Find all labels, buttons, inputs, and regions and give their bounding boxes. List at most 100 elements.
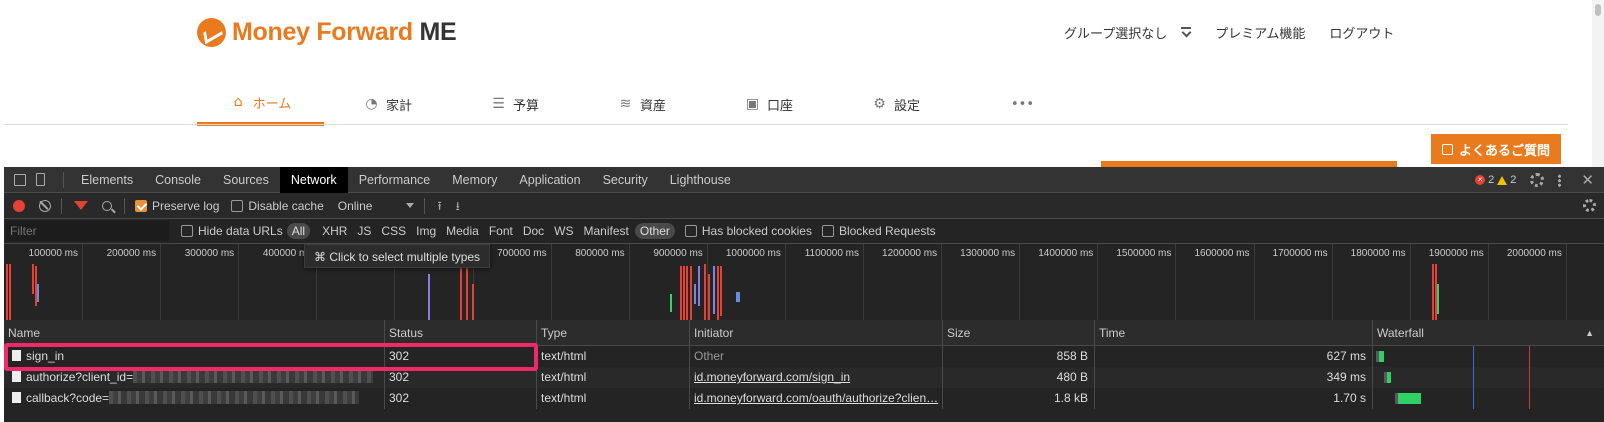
error-icon: × (1475, 175, 1486, 185)
nav-item-label: 口座 (766, 98, 793, 114)
export-har-icon[interactable]: ⭳ (456, 200, 460, 212)
filter-input[interactable] (6, 221, 169, 241)
devtools-tabbar: Elements Console Sources Network Perform… (4, 166, 1604, 193)
cell-initiator-link[interactable]: id.moneyforward.com/sign_in (689, 367, 942, 388)
has-blocked-cookies-checkbox[interactable]: Has blocked cookies (684, 224, 812, 238)
column-header-status[interactable]: Status (384, 320, 536, 345)
nav-item-assets[interactable]: ≋ 資産 (578, 82, 705, 126)
tab-console[interactable]: Console (144, 167, 212, 193)
issue-counter[interactable]: × 2 2 (1475, 174, 1516, 186)
chevron-down-icon[interactable] (1181, 26, 1192, 35)
clear-button[interactable] (39, 199, 51, 212)
nav-item-label: 予算 (512, 98, 539, 114)
faq-button[interactable]: よくあるご質問 (1431, 134, 1561, 164)
redacted-text (133, 370, 374, 383)
filter-icon[interactable] (74, 201, 88, 210)
timeline-request-mark (704, 264, 706, 322)
type-filter-img[interactable]: Img (412, 224, 440, 238)
tab-lighthouse[interactable]: Lighthouse (659, 167, 742, 193)
type-filter-ws[interactable]: WS (550, 224, 577, 238)
account-icon: ▣ (745, 95, 760, 112)
cell-name: sign_in (4, 346, 384, 367)
request-table: Name Status Type Initiator Size Time Wat… (4, 320, 1604, 422)
type-filter-all[interactable]: All (286, 223, 311, 239)
moneyforward-logo[interactable]: Money Forward ME (197, 18, 457, 47)
load-line (1529, 346, 1530, 367)
column-header-initiator[interactable]: Initiator (689, 320, 942, 345)
column-header-size[interactable]: Size (942, 320, 1094, 345)
type-filter-media[interactable]: Media (442, 224, 483, 238)
type-filter-font[interactable]: Font (485, 224, 517, 238)
settings-gear-icon[interactable] (1530, 173, 1545, 187)
record-button[interactable] (13, 199, 25, 212)
network-settings-gear-icon[interactable] (1583, 199, 1596, 212)
type-filter-css[interactable]: CSS (377, 224, 410, 238)
inspect-element-icon[interactable] (14, 173, 26, 186)
page-scrollbar[interactable] (1592, 0, 1604, 167)
table-header: Name Status Type Initiator Size Time Wat… (4, 320, 1604, 346)
timeline-request-mark (686, 266, 688, 322)
nav-item-more[interactable]: ••• (959, 82, 1086, 126)
column-header-time[interactable]: Time (1094, 320, 1372, 345)
import-har-icon[interactable]: ⭱ (437, 200, 441, 212)
device-toggle-icon[interactable] (36, 173, 45, 186)
nav-item-household[interactable]: ◔ 家計 (324, 82, 451, 126)
column-header-waterfall[interactable]: Waterfall ▲ (1372, 320, 1604, 345)
timeline-request-mark (460, 266, 462, 322)
tab-elements[interactable]: Elements (70, 167, 144, 193)
network-overview-timeline[interactable]: 100000 ms200000 ms300000 ms400000 ms5000… (4, 244, 1604, 323)
type-filter-other[interactable]: Other (634, 223, 675, 239)
hide-data-urls-checkbox[interactable]: Hide data URLs (181, 224, 283, 238)
throttle-select[interactable]: Online (338, 199, 415, 213)
logout-link[interactable]: ログアウト (1329, 23, 1394, 42)
close-icon[interactable]: ✕ (1581, 173, 1594, 188)
nav-item-settings[interactable]: ⚙ 設定 (832, 82, 959, 126)
checkbox[interactable] (684, 225, 697, 237)
timeline-request-mark (680, 266, 682, 322)
table-row[interactable]: sign_in 302 text/html Other 858 B 627 ms (4, 346, 1604, 367)
timeline-request-mark (738, 292, 740, 302)
cell-name: callback?code= (4, 388, 384, 409)
dom-content-loaded-line (1473, 346, 1474, 367)
cell-time: 1.70 s (1094, 388, 1372, 409)
premium-link[interactable]: プレミアム機能 (1215, 23, 1305, 42)
checkbox[interactable] (821, 225, 834, 237)
type-filter-js[interactable]: JS (353, 224, 375, 238)
preserve-log-checkbox[interactable]: Preserve log (135, 199, 219, 213)
cell-size: 858 B (942, 346, 1094, 367)
checkbox-checked[interactable] (135, 199, 147, 212)
type-filter-tooltip: ⌘ Click to select multiple types (304, 244, 491, 268)
type-filter-manifest[interactable]: Manifest (580, 224, 633, 238)
cell-size: 480 B (942, 367, 1094, 388)
cell-initiator-link[interactable]: id.moneyforward.com/oauth/authorize?clie… (689, 388, 942, 409)
table-row[interactable]: authorize?client_id= 302 text/html id.mo… (4, 367, 1604, 388)
nav-item-accounts[interactable]: ▣ 口座 (705, 82, 832, 126)
tab-memory[interactable]: Memory (441, 167, 508, 193)
tab-sources[interactable]: Sources (212, 167, 280, 193)
table-row[interactable]: callback?code= 302 text/html id.moneyfor… (4, 388, 1604, 409)
checkbox[interactable] (231, 199, 244, 212)
nav-item-budget[interactable]: ☰ 予算 (451, 82, 578, 126)
tab-application[interactable]: Application (508, 167, 591, 193)
timeline-request-mark (694, 284, 696, 304)
disable-cache-checkbox[interactable]: Disable cache (231, 199, 324, 213)
tab-security[interactable]: Security (592, 167, 659, 193)
timeline-request-mark (698, 266, 700, 306)
column-header-type[interactable]: Type (536, 320, 689, 345)
blocked-requests-checkbox[interactable]: Blocked Requests (821, 224, 936, 238)
type-filter-doc[interactable]: Doc (519, 224, 548, 238)
tab-performance[interactable]: Performance (348, 167, 442, 193)
timeline-tick-label: 1200000 ms (882, 248, 938, 259)
checkbox[interactable] (181, 225, 193, 237)
timeline-tick-label: 1900000 ms (1428, 248, 1484, 259)
search-icon[interactable] (102, 200, 112, 211)
type-filter-xhr[interactable]: XHR (318, 224, 351, 238)
timeline-request-mark (32, 264, 34, 294)
request-name: authorize?client_id= (26, 370, 134, 384)
nav-item-home[interactable]: ⌂ ホーム (197, 82, 324, 126)
divider (61, 197, 62, 214)
more-vertical-icon[interactable] (1558, 173, 1562, 187)
group-select-link[interactable]: グループ選択なし (1064, 23, 1167, 42)
tab-network[interactable]: Network (279, 166, 348, 193)
column-header-name[interactable]: Name (4, 320, 384, 345)
